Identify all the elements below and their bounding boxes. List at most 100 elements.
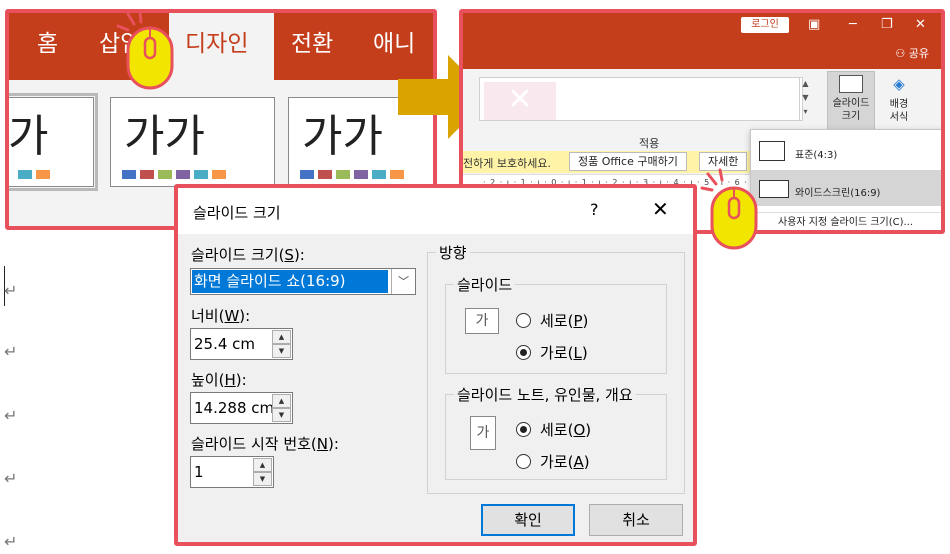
theme-color-swatches <box>122 164 230 179</box>
tab-design[interactable]: 디자인 <box>169 13 274 80</box>
menu-item-standard[interactable]: 표준(4:3) <box>751 132 941 168</box>
paragraph-mark: ↵ <box>4 406 18 425</box>
widescreen-ratio-icon <box>759 180 789 198</box>
slide-size-dialog: 슬라이드 크기 ? ✕ 슬라이드 크기(S): 화면 슬라이드 쇼(16:9) … <box>174 184 697 546</box>
swatch <box>336 170 350 179</box>
theme-sample-text: 가 <box>8 111 49 162</box>
close-icon[interactable]: ✕ <box>915 16 926 34</box>
tab-transitions[interactable]: 전환 <box>291 13 333 80</box>
mouse-click-icon <box>700 168 758 250</box>
swatch <box>140 170 154 179</box>
minimize-icon[interactable]: ─ <box>849 16 857 34</box>
slide-size-label: 슬라이드 크기(S): <box>191 246 305 264</box>
ribbon-display-icon[interactable]: ▣ <box>808 16 820 34</box>
ok-button[interactable]: 확인 <box>481 504 575 536</box>
slide-size-icon <box>839 75 863 93</box>
swatch <box>372 170 386 179</box>
gallery-scroll[interactable]: ▲ ▼ ▾ <box>799 77 811 121</box>
ribbon-tab-bar: 홈 삽입 디자인 전환 애니메 <box>9 13 433 119</box>
notes-landscape-radio[interactable]: 가로(A) <box>516 451 590 471</box>
tab-home[interactable]: 홈 <box>37 13 58 80</box>
dialog-title-bar: 슬라이드 크기 ? ✕ <box>178 188 693 234</box>
slide-size-button[interactable]: 슬라이드 크기 <box>827 71 875 131</box>
slide-size-label: 슬라이드 크기 <box>832 98 870 122</box>
swatch <box>318 170 332 179</box>
paragraph-mark: ↵ <box>4 342 18 361</box>
chevron-down-icon[interactable]: ﹀ <box>391 269 415 294</box>
paint-bucket-icon: ◈ <box>893 75 905 93</box>
paragraph-mark: ↵ <box>4 532 18 551</box>
height-stepper[interactable]: 14.288 cm ▲ ▼ <box>190 392 293 424</box>
start-number-stepper[interactable]: 1 ▲ ▼ <box>190 456 274 488</box>
decrement-button[interactable]: ▼ <box>272 408 291 422</box>
share-button[interactable]: ⚇ 공유 <box>895 45 929 61</box>
height-value[interactable]: 14.288 cm <box>194 399 272 417</box>
swatch <box>18 170 32 179</box>
variants-gallery[interactable]: ✕ <box>479 77 803 121</box>
theme-thumbnail[interactable]: 가 <box>8 93 98 191</box>
increment-button[interactable]: ▲ <box>253 458 272 472</box>
help-button[interactable]: ? <box>590 200 599 219</box>
radio-button[interactable] <box>516 454 531 469</box>
restore-icon[interactable]: ❐ <box>881 16 893 34</box>
menu-item-label: 표준(4:3) <box>795 150 838 161</box>
increment-button[interactable]: ▲ <box>272 330 291 344</box>
slide-size-menu: 표준(4:3) 와이드스크린(16:9) 사용자 지정 슬라이드 크기(C)..… <box>750 129 941 230</box>
swatch <box>390 170 404 179</box>
buy-office-button[interactable]: 정품 Office 구매하기 <box>569 152 687 171</box>
slides-portrait-radio[interactable]: 세로(P) <box>516 310 588 330</box>
decrement-button[interactable]: ▼ <box>253 472 272 486</box>
message-text: 전하게 보호하세요. <box>463 157 551 170</box>
paragraph-mark: ↵ <box>4 469 18 488</box>
theme-sample-text: 가가 <box>124 111 205 162</box>
swatch <box>36 170 50 179</box>
notes-orientation-title: 슬라이드 노트, 유인물, 개요 <box>454 384 636 405</box>
slide-size-select[interactable]: 화면 슬라이드 쇼(16:9) ﹀ <box>190 268 416 295</box>
menu-item-custom-size[interactable]: 사용자 지정 슬라이드 크기(C)... <box>751 212 941 230</box>
increment-button[interactable]: ▲ <box>272 394 291 408</box>
mouse-click-icon <box>116 10 174 90</box>
variant-preview[interactable]: ✕ <box>484 82 556 120</box>
swatch <box>194 170 208 179</box>
menu-item-widescreen[interactable]: 와이드스크린(16:9) <box>751 170 941 206</box>
share-label: 공유 <box>908 47 929 60</box>
login-button[interactable]: 로그인 <box>741 17 789 33</box>
landscape-page-icon: 가 <box>465 308 499 334</box>
swatch <box>354 170 368 179</box>
dialog-body: 슬라이드 크기 ? ✕ 슬라이드 크기(S): 화면 슬라이드 쇼(16:9) … <box>178 188 693 542</box>
slide-size-value: 화면 슬라이드 쇼(16:9) <box>192 270 388 293</box>
orientation-title: 방향 <box>436 242 470 263</box>
theme-sample-text: 가가 <box>302 111 383 162</box>
width-stepper[interactable]: 25.4 cm ▲ ▼ <box>190 328 293 360</box>
decrement-button[interactable]: ▼ <box>272 344 291 358</box>
theme-thumbnail[interactable]: 가가 <box>110 97 275 187</box>
format-background-label: 배경 서식 <box>889 99 909 123</box>
theme-color-swatches <box>300 164 408 179</box>
swatch <box>176 170 190 179</box>
slides-landscape-radio[interactable]: 가로(L) <box>516 342 588 362</box>
radio-button[interactable] <box>516 422 531 437</box>
group-label-apply: 적용 <box>639 137 660 150</box>
ribbon-tab-bar: ⚇ 공유 <box>463 39 941 69</box>
close-button[interactable]: ✕ <box>652 197 669 221</box>
width-label: 너비(W): <box>191 307 251 325</box>
dialog-title: 슬라이드 크기 <box>193 204 281 222</box>
radio-button[interactable] <box>516 345 531 360</box>
theme-color-swatches <box>18 164 54 179</box>
swatch <box>212 170 226 179</box>
person-icon: ⚇ <box>895 47 906 60</box>
swatch <box>122 170 136 179</box>
swatch <box>300 170 314 179</box>
format-background-button[interactable]: ◈ 배경 서식 <box>875 71 923 131</box>
portrait-page-icon: 가 <box>470 416 496 450</box>
paragraph-mark: ↵ <box>4 281 18 300</box>
cancel-button[interactable]: 취소 <box>589 504 683 536</box>
swatch <box>158 170 172 179</box>
radio-button[interactable] <box>516 313 531 328</box>
width-value[interactable]: 25.4 cm <box>194 335 272 353</box>
standard-ratio-icon <box>759 141 785 161</box>
start-number-value[interactable]: 1 <box>194 463 254 481</box>
notes-portrait-radio[interactable]: 세로(O) <box>516 419 591 439</box>
menu-item-label: 와이드스크린(16:9) <box>795 188 881 199</box>
slides-orientation-title: 슬라이드 <box>454 274 516 295</box>
